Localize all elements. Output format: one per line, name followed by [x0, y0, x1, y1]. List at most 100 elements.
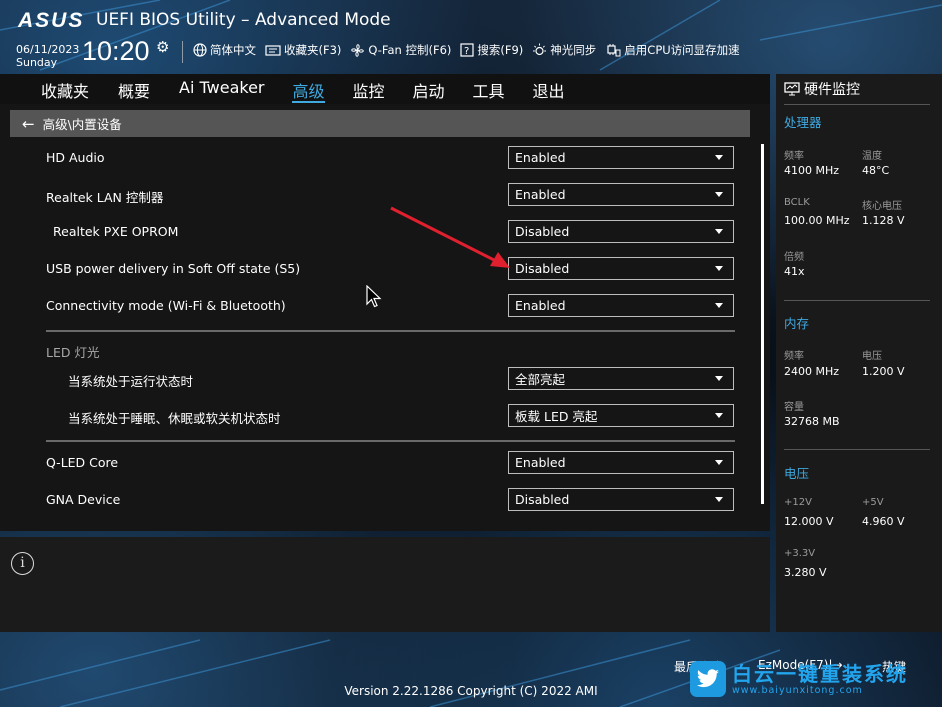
select-value: Enabled [515, 150, 566, 165]
realtek-lan-select[interactable]: Enabled [508, 183, 734, 206]
light-bulb-icon [533, 43, 547, 56]
app-title: UEFI BIOS Utility – Advanced Mode [96, 10, 391, 30]
watermark-url: www.baiyunxitong.com [732, 684, 863, 696]
setting-row-led-running: 当系统处于运行状态时 全部亮起 [0, 364, 760, 394]
setting-row-hd-audio: HD Audio Enabled [0, 143, 760, 173]
cpu-bclk-value: 100.00 MHz [784, 214, 850, 227]
mouse-cursor-icon [366, 285, 382, 308]
v5-value: 4.960 V [862, 515, 905, 528]
aura-sync-label: 神光同步 [550, 43, 597, 57]
cpu-freq-label: 频率 [784, 151, 804, 162]
monitor-icon [784, 82, 800, 96]
qfan-button[interactable]: Q-Fan 控制(F6) [350, 42, 451, 58]
section-divider [46, 330, 735, 332]
hw-memory-section: 内存 [784, 316, 810, 331]
hw-monitor-title: 硬件监控 [784, 79, 860, 99]
setting-label: GNA Device [46, 492, 121, 507]
hardware-monitor-panel: 硬件监控 处理器 频率 4100 MHz 温度 48°C BCLK 100.00… [776, 74, 942, 632]
connectivity-mode-select[interactable]: Enabled [508, 294, 734, 317]
qled-core-select[interactable]: Enabled [508, 451, 734, 474]
setting-row-led-sleep: 当系统处于睡眠、休眠或软关机状态时 板载 LED 亮起 [0, 401, 760, 431]
select-value: 全部亮起 [515, 372, 566, 387]
dropdown-caret-icon [715, 303, 723, 308]
tab-boot[interactable]: 启动 [413, 74, 445, 104]
led-running-select[interactable]: 全部亮起 [508, 367, 734, 390]
setting-label: Realtek PXE OPROM [53, 224, 179, 239]
search-label: 搜索(F9) [477, 43, 524, 57]
help-search-icon: ? [460, 43, 474, 57]
dropdown-caret-icon [715, 497, 723, 502]
select-value: Enabled [515, 455, 566, 470]
favorites-icon [265, 44, 281, 56]
tab-monitor[interactable]: 监控 [353, 74, 385, 104]
cpu-ratio-value: 41x [784, 265, 805, 278]
date-text: 06/11/2023 [16, 43, 80, 56]
back-arrow-icon[interactable]: ← [22, 115, 35, 133]
watermark-name: 白云一键重装系统 [732, 661, 908, 686]
search-button[interactable]: ? 搜索(F9) [460, 42, 523, 58]
setting-row-usb-power-s5: USB power delivery in Soft Off state (S5… [0, 254, 760, 284]
select-value: Enabled [515, 298, 566, 313]
dropdown-caret-icon [715, 155, 723, 160]
asus-logo: ASUS [18, 9, 84, 33]
setting-label: Connectivity mode (Wi-Fi & Bluetooth) [46, 298, 286, 313]
tab-ai-tweaker[interactable]: Ai Tweaker [179, 74, 264, 104]
pxe-oprom-select[interactable]: Disabled [508, 220, 734, 243]
setting-label: 当系统处于运行状态时 [68, 374, 194, 389]
breadcrumb[interactable]: ← 高级\内置设备 [10, 110, 750, 137]
tab-exit[interactable]: 退出 [533, 74, 565, 104]
select-value: Disabled [515, 492, 570, 507]
help-panel: i [0, 537, 770, 632]
watermark: 白云一键重装系统 www.baiyunxitong.com [690, 661, 908, 697]
section-divider [46, 440, 735, 442]
hw-cpu-section: 处理器 [784, 115, 822, 130]
dropdown-caret-icon [715, 229, 723, 234]
top-toolbar: 简体中文 收藏夹(F3) Q-Fan 控制(F6) ? 搜索(F9) 神光同步 [193, 42, 740, 58]
favorites-label: 收藏夹(F3) [284, 43, 342, 57]
resizable-bar-button[interactable]: 启用CPU访问显存加速 [605, 42, 740, 58]
dropdown-caret-icon [715, 413, 723, 418]
cpu-temp-label: 温度 [862, 151, 882, 162]
setting-row-pxe-oprom: Realtek PXE OPROM Disabled [0, 217, 760, 247]
clock-display: 10:20 [82, 36, 150, 66]
mem-cap-value: 32768 MB [784, 415, 840, 428]
favorites-button[interactable]: 收藏夹(F3) [265, 42, 341, 58]
setting-label: Q-LED Core [46, 455, 119, 470]
aura-sync-button[interactable]: 神光同步 [532, 42, 596, 58]
tab-favorites[interactable]: 收藏夹 [41, 74, 89, 104]
globe-icon [193, 43, 207, 57]
info-icon: i [11, 552, 34, 575]
mem-volt-value: 1.200 V [862, 365, 905, 378]
clock-settings-gear-icon[interactable]: ⚙ [156, 38, 169, 56]
dropdown-caret-icon [715, 266, 723, 271]
setting-label: USB power delivery in Soft Off state (S5… [46, 261, 301, 276]
cpu-temp-value: 48°C [862, 164, 890, 177]
gna-device-select[interactable]: Disabled [508, 488, 734, 511]
breadcrumb-text: 高级\内置设备 [42, 117, 122, 132]
mem-cap-label: 容量 [784, 402, 804, 413]
cpu-vcore-label: 核心电压 [862, 201, 902, 212]
select-value: Disabled [515, 224, 570, 239]
v12-label: +12V [784, 497, 812, 508]
twitter-bird-logo-icon [690, 661, 726, 697]
tab-main[interactable]: 概要 [118, 74, 150, 104]
hd-audio-select[interactable]: Enabled [508, 146, 734, 169]
weekday-text: Sunday [16, 56, 58, 69]
setting-label: Realtek LAN 控制器 [46, 190, 164, 205]
setting-row-gna-device: GNA Device Disabled [0, 485, 760, 515]
setting-label: 当系统处于睡眠、休眠或软关机状态时 [68, 411, 281, 426]
settings-scrollbar[interactable] [761, 144, 764, 504]
setting-row-realtek-lan: Realtek LAN 控制器 Enabled [0, 180, 760, 210]
led-section-label: LED 灯光 [46, 345, 100, 360]
tab-advanced[interactable]: 高级 [292, 74, 325, 104]
fan-icon [351, 43, 365, 57]
usb-power-s5-select[interactable]: Disabled [508, 257, 734, 280]
cpu-freq-value: 4100 MHz [784, 164, 840, 177]
language-button[interactable]: 简体中文 [193, 42, 256, 58]
date-display: 06/11/2023 Sunday [16, 43, 79, 69]
select-value: Enabled [515, 187, 566, 202]
resizable-bar-label: 启用CPU访问显存加速 [624, 43, 740, 57]
mem-freq-value: 2400 MHz [784, 365, 840, 378]
tab-tool[interactable]: 工具 [473, 74, 505, 104]
led-sleep-select[interactable]: 板载 LED 亮起 [508, 404, 734, 427]
